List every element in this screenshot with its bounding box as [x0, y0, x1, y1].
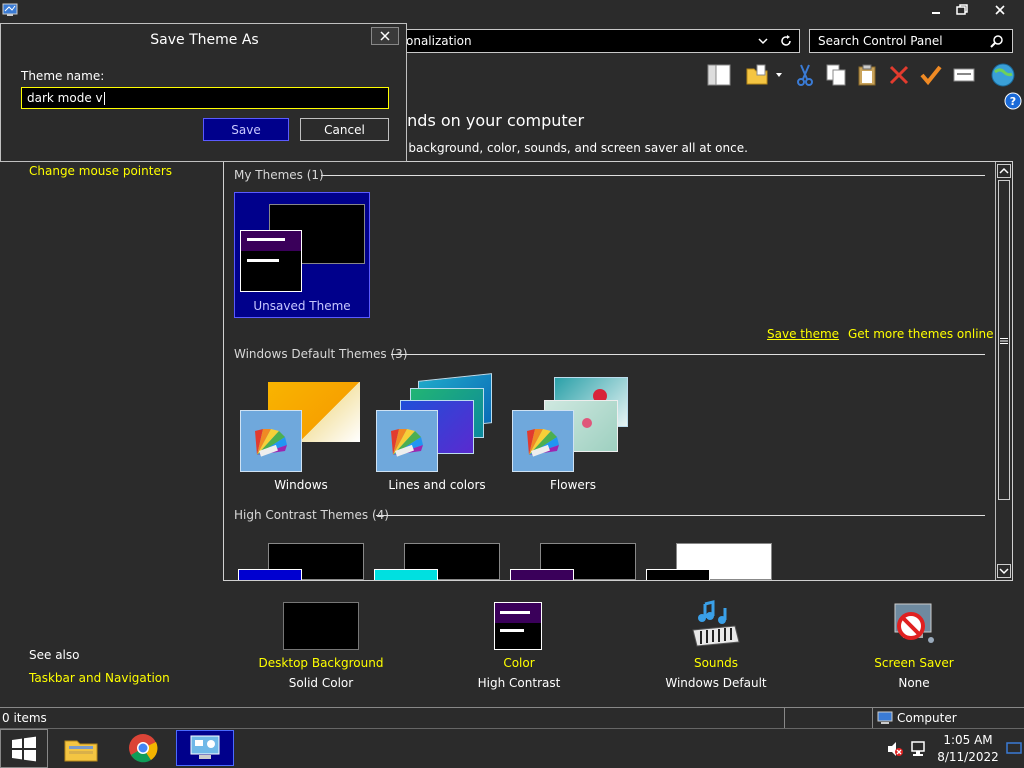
unsaved-theme-tile[interactable]: Unsaved Theme — [234, 192, 370, 318]
windows-logo-icon — [12, 736, 36, 761]
get-more-themes-link[interactable]: Get more themes online — [848, 327, 994, 341]
screen-saver-item[interactable]: Screen Saver None — [849, 600, 979, 694]
high-contrast-tile-2[interactable] — [374, 543, 500, 580]
unsaved-theme-label: Unsaved Theme — [253, 299, 351, 313]
divider — [376, 515, 985, 516]
restore-icon[interactable] — [954, 2, 970, 18]
chevron-down-icon[interactable] — [772, 62, 786, 88]
theme-lines-and-colors-label: Lines and colors — [388, 478, 486, 492]
color-fan-icon — [240, 410, 302, 472]
screen-saver-icon — [889, 600, 939, 650]
scroll-grip-icon — [1000, 334, 1008, 344]
divider — [391, 354, 985, 355]
chevron-down-icon[interactable] — [756, 34, 770, 48]
high-contrast-heading: High Contrast Themes (4) — [234, 508, 389, 522]
sounds-value: Windows Default — [665, 676, 767, 690]
taskbar-navigation-link[interactable]: Taskbar and Navigation — [29, 671, 170, 685]
close-icon[interactable] — [992, 2, 1008, 18]
close-icon — [380, 31, 390, 41]
help-icon[interactable]: ? — [1004, 92, 1022, 110]
scroll-up-icon[interactable] — [997, 164, 1011, 178]
high-contrast-tile-3[interactable] — [510, 543, 636, 580]
sounds-label: Sounds — [693, 656, 739, 670]
desktop-background-preview — [283, 602, 359, 650]
status-bar: 0 items Computer — [0, 707, 1024, 728]
minimize-icon[interactable] — [928, 2, 944, 18]
chrome-taskbar-icon[interactable] — [120, 730, 166, 766]
tray-date[interactable]: 8/11/2022 — [930, 750, 1006, 764]
status-computer: Computer — [897, 711, 957, 725]
color-value: High Contrast — [477, 676, 561, 690]
desktop-background-value: Solid Color — [288, 676, 354, 690]
folder-options-icon[interactable] — [744, 62, 770, 88]
divider — [321, 175, 985, 176]
theme-flowers-tile[interactable] — [508, 374, 638, 494]
tray-time[interactable]: 1:05 AM — [930, 733, 1006, 747]
sounds-icon — [689, 600, 743, 650]
color-item[interactable]: Color High Contrast — [454, 600, 584, 694]
status-divider — [872, 708, 873, 728]
status-divider — [784, 708, 785, 728]
address-bar[interactable]: onalization — [395, 29, 800, 53]
sounds-item[interactable]: Sounds Windows Default — [651, 600, 781, 694]
high-contrast-tile-1[interactable] — [238, 543, 364, 580]
address-text: onalization — [406, 34, 472, 48]
color-fan-icon — [512, 410, 574, 472]
theme-lines-and-colors-tile[interactable] — [372, 373, 502, 494]
default-themes-heading: Windows Default Themes (3) — [234, 347, 408, 361]
change-mouse-pointers-link[interactable]: Change mouse pointers — [29, 164, 172, 178]
dialog-title: Save Theme As — [150, 32, 259, 48]
paste-icon[interactable] — [855, 62, 881, 88]
search-icon[interactable] — [990, 34, 1004, 48]
copy-icon[interactable] — [823, 62, 849, 88]
control-panel-icon[interactable] — [2, 2, 18, 18]
show-desktop-icon[interactable] — [1006, 740, 1022, 756]
scroll-down-icon[interactable] — [997, 564, 1011, 578]
checkmark-icon[interactable] — [918, 62, 944, 88]
save-button[interactable]: Save — [203, 118, 289, 141]
page-subtitle: p background, color, sounds, and screen … — [397, 141, 748, 155]
theme-windows-tile[interactable] — [236, 374, 366, 494]
volume-muted-icon[interactable] — [886, 740, 904, 758]
see-also-heading: See also — [29, 648, 80, 662]
desktop-background-label: Desktop Background — [258, 656, 384, 670]
color-fan-icon — [376, 410, 438, 472]
refresh-icon[interactable] — [779, 34, 793, 48]
properties-icon[interactable] — [951, 62, 977, 88]
text-caret — [103, 91, 105, 105]
delete-icon[interactable] — [886, 62, 912, 88]
high-contrast-tile-4[interactable] — [646, 543, 772, 580]
title-bar — [0, 0, 1024, 22]
save-theme-link[interactable]: Save theme — [767, 327, 839, 341]
theme-name-label: Theme name: — [21, 69, 105, 83]
file-explorer-taskbar-icon[interactable] — [58, 730, 104, 766]
color-preview — [494, 602, 542, 650]
globe-icon[interactable] — [990, 62, 1016, 88]
screen-saver-value: None — [898, 676, 930, 690]
desktop-background-item[interactable]: Desktop Background Solid Color — [256, 600, 386, 694]
theme-name-value: dark mode v — [27, 91, 103, 105]
layout-icon[interactable] — [706, 62, 732, 88]
theme-name-input[interactable]: dark mode v — [21, 87, 389, 109]
status-items-count: 0 items — [2, 711, 47, 725]
themes-scrollbar[interactable] — [995, 162, 1012, 580]
theme-flowers-label: Flowers — [550, 478, 596, 492]
svg-text:?: ? — [1010, 95, 1016, 108]
search-input[interactable]: Search Control Panel — [809, 29, 1013, 53]
page-title: unds on your computer — [397, 111, 585, 130]
theme-windows-label: Windows — [274, 478, 328, 492]
cut-icon[interactable] — [792, 62, 818, 88]
computer-icon — [877, 710, 893, 726]
theme-preview-window — [240, 230, 302, 292]
dialog-close-button[interactable] — [371, 27, 399, 45]
network-icon[interactable] — [910, 740, 928, 758]
screen-saver-label: Screen Saver — [874, 656, 954, 670]
my-themes-heading: My Themes (1) — [234, 168, 324, 182]
save-theme-dialog: Save Theme As Theme name: dark mode v Sa… — [0, 23, 407, 162]
search-placeholder: Search Control Panel — [818, 34, 943, 48]
control-panel-taskbar-icon[interactable] — [176, 730, 234, 766]
cancel-button[interactable]: Cancel — [300, 118, 389, 141]
color-label: Color — [503, 656, 535, 670]
start-button[interactable] — [0, 729, 48, 768]
